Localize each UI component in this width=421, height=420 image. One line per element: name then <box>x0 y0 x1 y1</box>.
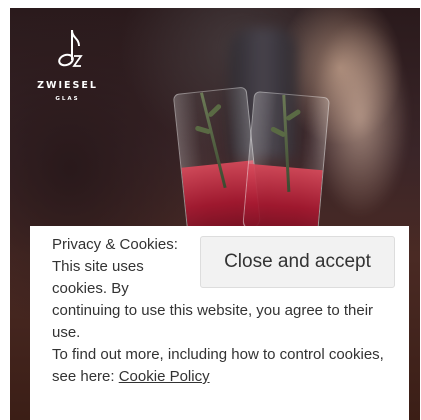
brand-logo: ZWIESEL GLAS <box>20 28 115 120</box>
cookie-more-info-text: To find out more, including how to contr… <box>52 346 384 385</box>
music-note-logo-icon <box>58 29 83 67</box>
brand-subtitle: GLAS <box>55 96 80 102</box>
close-and-accept-button[interactable]: Close and accept <box>200 236 395 288</box>
brand-name: ZWIESEL <box>37 80 98 91</box>
cookie-banner: Close and accept Privacy & Cookies: This… <box>30 226 409 420</box>
drink-glass-right <box>242 90 330 238</box>
cookie-policy-link[interactable]: Cookie Policy <box>119 368 210 385</box>
